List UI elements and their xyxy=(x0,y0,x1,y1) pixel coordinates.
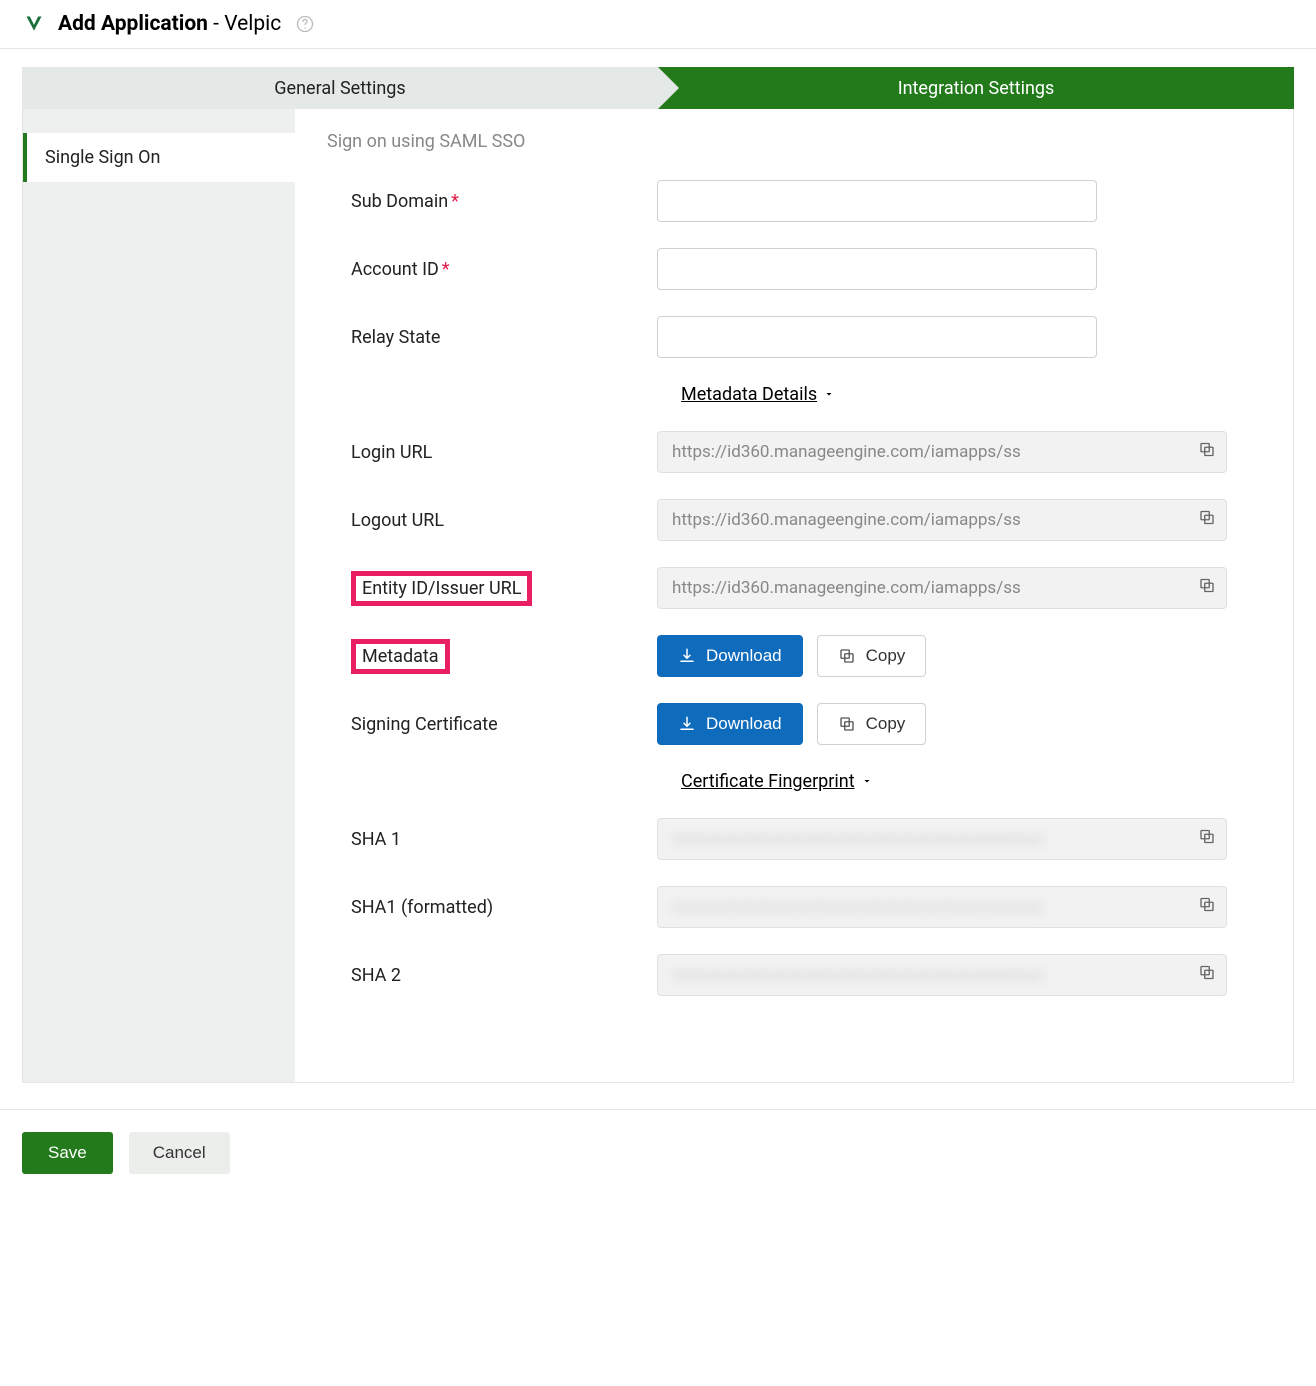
caret-down-icon xyxy=(823,384,835,405)
logout-url-value: https://id360.manageengine.com/iamapps/s… xyxy=(657,499,1227,541)
entity-id-label: Entity ID/Issuer URL xyxy=(327,571,657,606)
login-url-value: https://id360.manageengine.com/iamapps/s… xyxy=(657,431,1227,473)
signing-cert-label: Signing Certificate xyxy=(327,714,657,735)
login-url-label: Login URL xyxy=(327,442,657,463)
copy-metadata-button[interactable]: Copy xyxy=(817,635,927,677)
footer-actions: Save Cancel xyxy=(0,1109,1316,1196)
copy-icon[interactable] xyxy=(1198,577,1216,600)
app-logo-icon xyxy=(24,14,44,34)
download-cert-button[interactable]: Download xyxy=(657,703,803,745)
sub-domain-input[interactable] xyxy=(657,180,1097,222)
copy-cert-button[interactable]: Copy xyxy=(817,703,927,745)
caret-down-icon xyxy=(861,771,873,792)
sidebar-item-label: Single Sign On xyxy=(45,147,160,168)
save-button[interactable]: Save xyxy=(22,1132,113,1174)
sha1f-value: xxxxxxxxxxxxxxxxxxxxxxxxxxxxxxxxxxxxxxxx… xyxy=(657,886,1227,928)
page-title: Add Application - Velpic xyxy=(58,12,281,36)
settings-sidebar: Single Sign On xyxy=(23,109,295,1082)
sha2-value: xxxxxxxxxxxxxxxxxxxxxxxxxxxxxxxxxxxxxxxx… xyxy=(657,954,1227,996)
copy-icon[interactable] xyxy=(1198,964,1216,987)
logout-url-label: Logout URL xyxy=(327,510,657,531)
page-header: Add Application - Velpic xyxy=(0,0,1316,49)
main-content: Sign on using SAML SSO Sub Domain* Accou… xyxy=(295,109,1293,1082)
sha1-label: SHA 1 xyxy=(327,829,657,850)
tab-integration-settings[interactable]: Integration Settings xyxy=(658,67,1294,109)
copy-icon[interactable] xyxy=(1198,441,1216,464)
copy-icon[interactable] xyxy=(1198,896,1216,919)
help-icon[interactable] xyxy=(295,14,315,34)
sidebar-item-sso[interactable]: Single Sign On xyxy=(23,133,295,182)
copy-icon[interactable] xyxy=(1198,828,1216,851)
metadata-details-toggle[interactable]: Metadata Details xyxy=(681,384,1261,405)
download-metadata-button[interactable]: Download xyxy=(657,635,803,677)
account-id-label: Account ID* xyxy=(327,259,657,280)
section-subtitle: Sign on using SAML SSO xyxy=(327,131,1261,152)
sub-domain-label: Sub Domain* xyxy=(327,191,657,212)
account-id-input[interactable] xyxy=(657,248,1097,290)
metadata-label: Metadata xyxy=(327,639,657,674)
relay-state-label: Relay State xyxy=(327,327,657,348)
copy-icon[interactable] xyxy=(1198,509,1216,532)
wizard-tabs: General Settings Integration Settings xyxy=(22,67,1294,109)
entity-id-value: https://id360.manageengine.com/iamapps/s… xyxy=(657,567,1227,609)
sha1f-label: SHA1 (formatted) xyxy=(327,897,657,918)
sha2-label: SHA 2 xyxy=(327,965,657,986)
sha1-value: xxxxxxxxxxxxxxxxxxxxxxxxxxxxxxxxxxxxxxxx… xyxy=(657,818,1227,860)
relay-state-input[interactable] xyxy=(657,316,1097,358)
cert-fingerprint-toggle[interactable]: Certificate Fingerprint xyxy=(681,771,1261,792)
tab-general-settings[interactable]: General Settings xyxy=(22,67,658,109)
cancel-button[interactable]: Cancel xyxy=(129,1132,230,1174)
